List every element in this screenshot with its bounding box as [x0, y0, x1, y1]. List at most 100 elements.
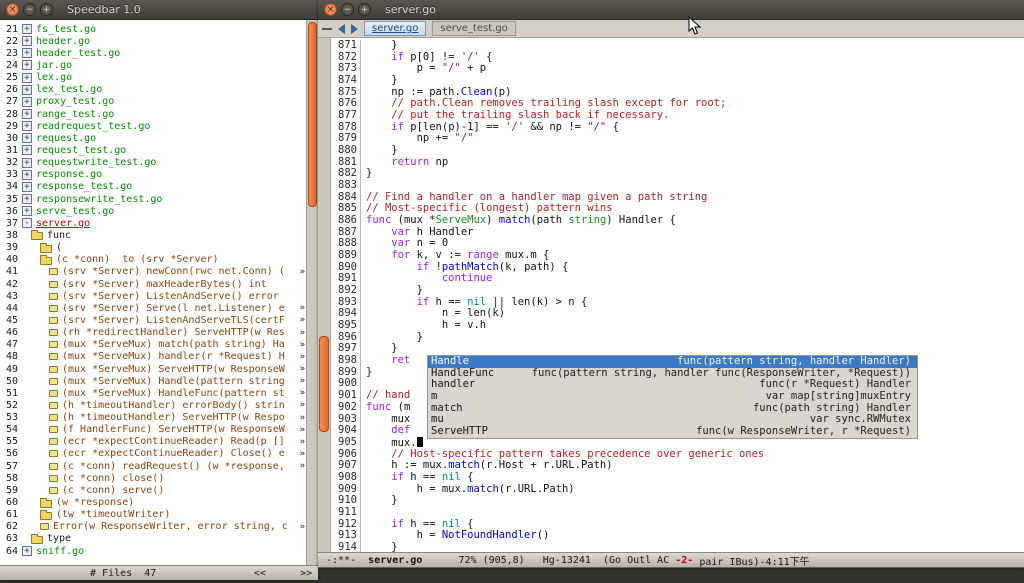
expand-icon[interactable]: +	[22, 145, 32, 155]
speedbar-item-label[interactable]: (srv *Server) ListenAndServe() error	[62, 291, 279, 302]
folder-icon[interactable]	[31, 536, 43, 544]
tag-icon[interactable]	[49, 293, 58, 300]
speedbar-item-label[interactable]: (ecr *expectContinueReader) Read(p []	[62, 436, 285, 447]
speedbar-row[interactable]: 54(f HandlerFunc) ServeHTTP(w ResponseW»	[0, 424, 306, 436]
code-line[interactable]: 909 h = mux.match(r.URL.Path)	[331, 484, 1024, 496]
speedbar-row[interactable]: 27+proxy_test.go	[0, 96, 306, 108]
speedbar-item-label[interactable]: header_test.go	[36, 48, 120, 59]
speedbar-row[interactable]: 43(srv *Server) ListenAndServe() error	[0, 290, 306, 302]
speedbar-item-label[interactable]: (tw *timeoutWriter)	[56, 509, 170, 520]
expand-icon[interactable]: +	[22, 24, 32, 34]
tag-icon[interactable]	[49, 378, 58, 385]
speedbar-item-label[interactable]: jar.go	[36, 60, 72, 71]
speedbar-item-label[interactable]: (mux *ServeMux) handler(r *Request) H	[62, 351, 285, 362]
tab-server-go[interactable]: server.go	[364, 21, 426, 36]
speedbar-row[interactable]: 48(mux *ServeMux) handler(r *Request) H»	[0, 351, 306, 363]
speedbar-row[interactable]: 21+fs_test.go	[0, 23, 306, 35]
folder-icon[interactable]	[40, 500, 52, 508]
speedbar-titlebar[interactable]: × − + Speedbar 1.0	[0, 0, 318, 20]
speedbar-row[interactable]: 46(rh *redirectHandler) ServeHTTP(w Res»	[0, 327, 306, 339]
speedbar-row[interactable]: 30+request.go	[0, 132, 306, 144]
code-line[interactable]: 910 }	[331, 495, 1024, 507]
tag-icon[interactable]	[49, 366, 58, 373]
scrollbar-thumb[interactable]	[308, 22, 317, 207]
expand-icon[interactable]: +	[22, 60, 32, 70]
tag-icon[interactable]	[49, 353, 58, 360]
tag-icon[interactable]	[49, 438, 58, 445]
tag-icon[interactable]	[49, 475, 58, 482]
speedbar-item-label[interactable]: serve_test.go	[36, 206, 114, 217]
tag-icon[interactable]	[49, 317, 58, 324]
speedbar-item-label[interactable]: func	[47, 230, 71, 241]
scrollbar-thumb[interactable]	[319, 336, 329, 432]
next-button[interactable]: >>	[300, 568, 312, 579]
speedbar-row[interactable]: 38func	[0, 229, 306, 241]
speedbar-row[interactable]: 22+header.go	[0, 35, 306, 47]
completion-item[interactable]: ServeHTTPfunc(w ResponseWriter, r *Reque…	[428, 426, 917, 438]
speedbar-item-label[interactable]: sniff.go	[36, 546, 84, 557]
tag-icon[interactable]	[49, 329, 58, 336]
tag-icon[interactable]	[40, 523, 49, 530]
expand-icon[interactable]: +	[22, 194, 32, 204]
speedbar-item-label[interactable]: (mux *ServeMux) match(path string) Ha	[62, 339, 285, 350]
editor-scrollbar[interactable]	[318, 38, 331, 552]
expand-icon[interactable]: +	[22, 133, 32, 143]
speedbar-item-label[interactable]: readrequest_test.go	[36, 121, 150, 132]
speedbar-item-label[interactable]: response_test.go	[36, 181, 132, 192]
code-line[interactable]: 914 }	[331, 542, 1024, 552]
speedbar-row[interactable]: 25+lex.go	[0, 72, 306, 84]
speedbar-row[interactable]: 62Error(w ResponseWriter, error string, …	[0, 521, 306, 533]
completion-item[interactable]: mvar map[string]muxEntry	[428, 391, 917, 403]
speedbar-row[interactable]: 41(srv *Server) newConn(rwc net.Conn) (»	[0, 266, 306, 278]
speedbar-item-label[interactable]: lex.go	[36, 72, 72, 83]
speedbar-row[interactable]: 31+request_test.go	[0, 144, 306, 156]
code-line[interactable]: 896 }	[331, 332, 1024, 344]
expand-icon[interactable]: +	[22, 206, 32, 216]
speedbar-row[interactable]: 59(c *conn) serve()	[0, 484, 306, 496]
speedbar-row[interactable]: 49(mux *ServeMux) ServeHTTP(w ResponseW»	[0, 363, 306, 375]
tag-icon[interactable]	[49, 341, 58, 348]
tag-icon[interactable]	[49, 268, 58, 275]
speedbar-item-label[interactable]: requestwrite_test.go	[36, 157, 156, 168]
speedbar-item-label[interactable]: (srv *Server) ListenAndServeTLS(certF	[62, 315, 285, 326]
minimize-icon[interactable]: −	[341, 3, 354, 16]
speedbar-item-label[interactable]: (c *conn) serve()	[62, 485, 164, 496]
speedbar-row[interactable]: 24+jar.go	[0, 59, 306, 71]
code-buffer[interactable]: 871 }872 if p[0] != '/' {873 p = "/" + p…	[331, 38, 1024, 552]
speedbar-item-label[interactable]: (w *response)	[56, 497, 134, 508]
expand-icon[interactable]: +	[22, 109, 32, 119]
speedbar-row[interactable]: 61(tw *timeoutWriter)	[0, 509, 306, 521]
speedbar-row[interactable]: 29+readrequest_test.go	[0, 120, 306, 132]
editor-titlebar[interactable]: × − + server.go	[318, 0, 1024, 20]
speedbar-item-label[interactable]: request.go	[36, 133, 96, 144]
speedbar-row[interactable]: 45(srv *Server) ListenAndServeTLS(certF»	[0, 314, 306, 326]
tag-icon[interactable]	[49, 450, 58, 457]
maximize-icon[interactable]: +	[40, 3, 53, 16]
expand-icon[interactable]: +	[22, 85, 32, 95]
speedbar-item-label[interactable]: (ecr *expectContinueReader) Close() e	[62, 448, 285, 459]
speedbar-row[interactable]: 58(c *conn) close()	[0, 472, 306, 484]
minimize-icon[interactable]: −	[23, 3, 36, 16]
speedbar-row[interactable]: 64+sniff.go	[0, 545, 306, 557]
tag-icon[interactable]	[49, 390, 58, 397]
speedbar-item-label[interactable]: lex_test.go	[36, 84, 102, 95]
close-icon[interactable]: ×	[6, 3, 19, 16]
expand-icon[interactable]: +	[22, 158, 32, 168]
code-line[interactable]: 895 h = v.h	[331, 320, 1024, 332]
speedbar-item-label[interactable]: (srv *Server) newConn(rwc net.Conn) (	[62, 266, 285, 277]
speedbar-item-label[interactable]: (srv *Server) maxHeaderBytes() int	[62, 279, 267, 290]
speedbar-row[interactable]: 57(c *conn) readRequest() (w *response,»	[0, 460, 306, 472]
speedbar-row[interactable]: 47(mux *ServeMux) match(path string) Ha»	[0, 339, 306, 351]
speedbar-item-label[interactable]: fs_test.go	[36, 24, 96, 35]
speedbar-scrollbar[interactable]	[306, 20, 318, 565]
speedbar-row[interactable]: 60(w *response)	[0, 496, 306, 508]
hide-speedbar-icon[interactable]	[322, 28, 332, 30]
code-line[interactable]: 913 h = NotFoundHandler()	[331, 530, 1024, 542]
expand-icon[interactable]: +	[22, 546, 32, 556]
code-line[interactable]: 873 p = "/" + p	[331, 63, 1024, 75]
expand-icon[interactable]: +	[22, 121, 32, 131]
forward-icon[interactable]	[351, 24, 358, 34]
expand-icon[interactable]: +	[22, 48, 32, 58]
completion-popup[interactable]: Handlefunc(pattern string, handler Handl…	[427, 355, 918, 439]
speedbar-item-label[interactable]: response.go	[36, 169, 102, 180]
